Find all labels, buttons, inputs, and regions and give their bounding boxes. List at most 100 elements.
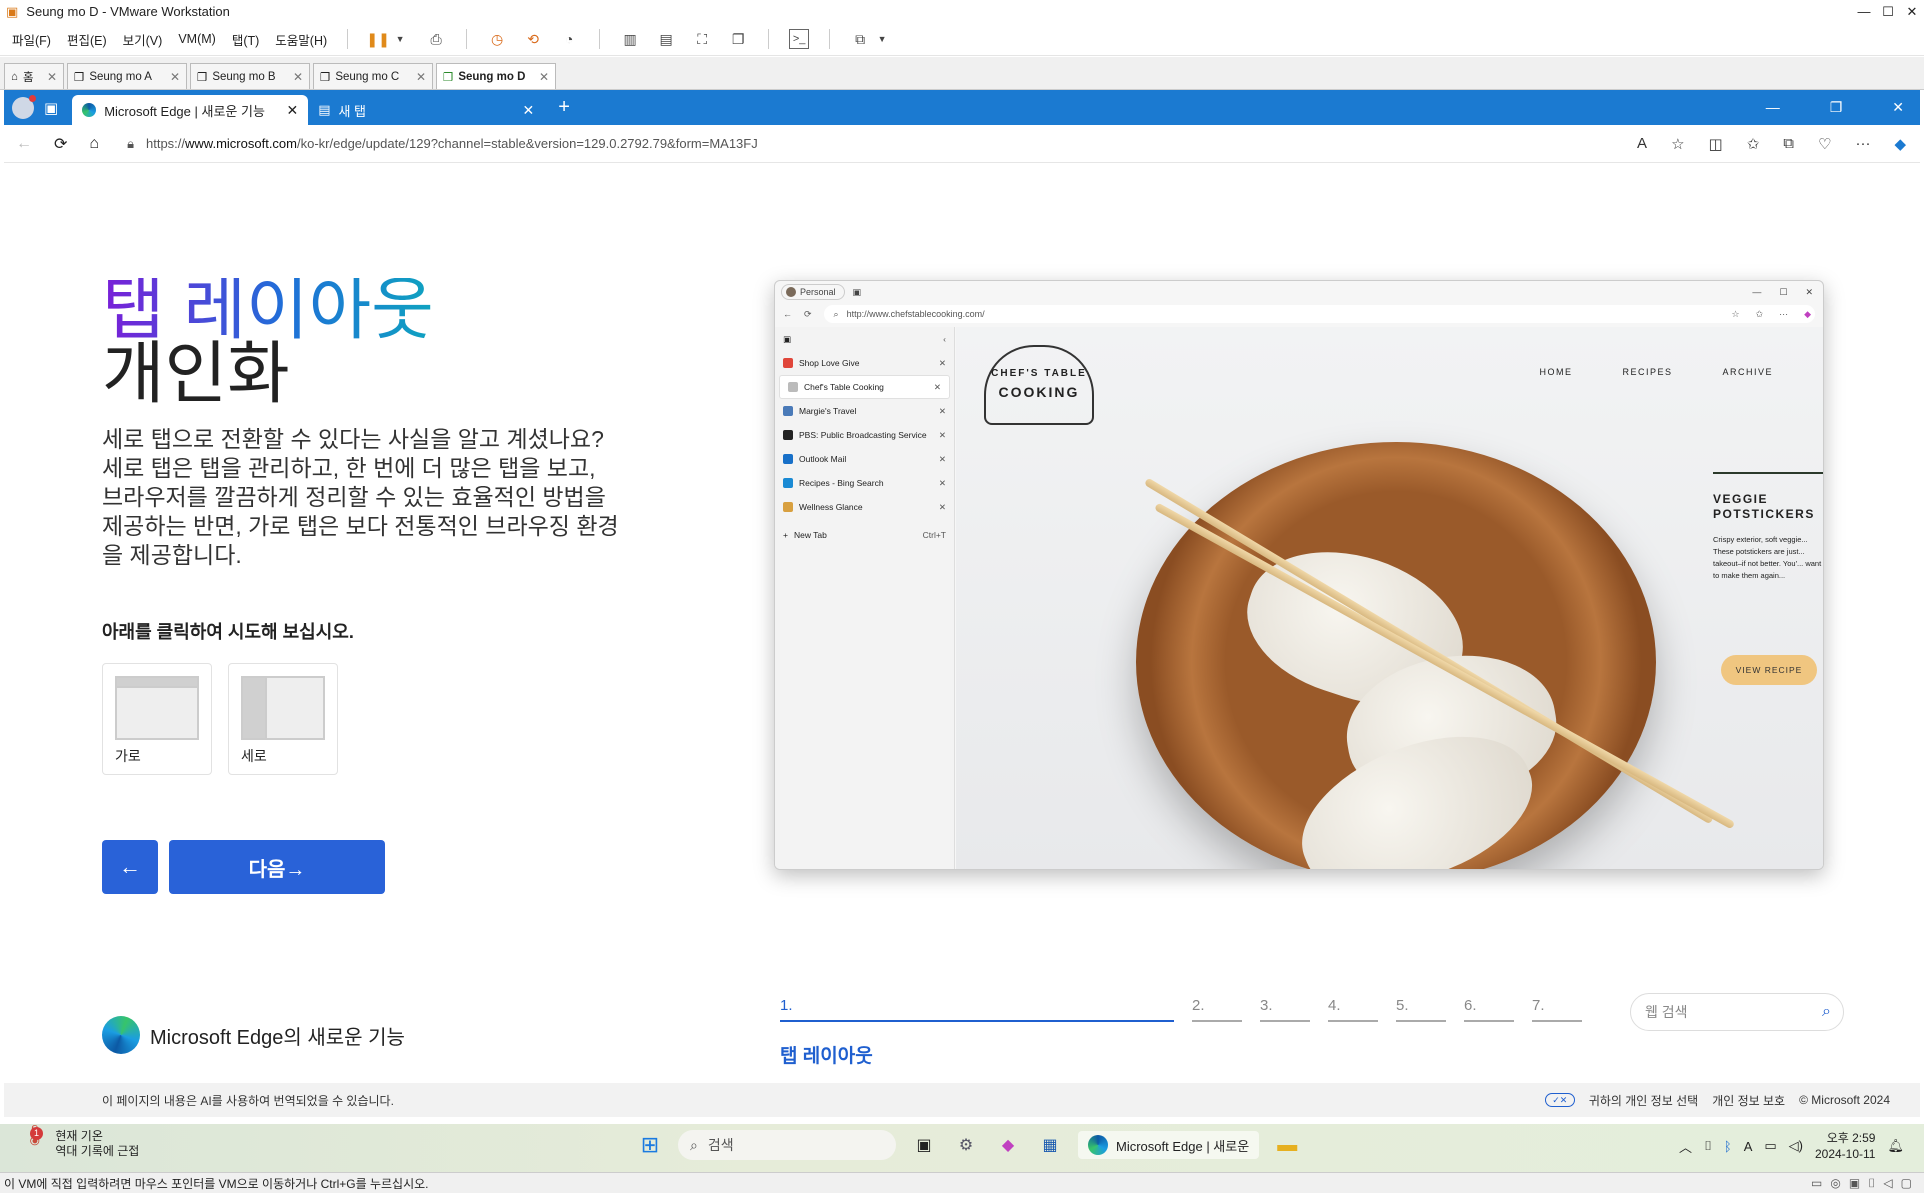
close-icon[interactable]: ✕ bbox=[286, 102, 298, 119]
close-icon[interactable]: ✕ bbox=[1892, 99, 1904, 116]
step-6[interactable]: 6. bbox=[1464, 997, 1514, 1022]
revert-snapshot-icon[interactable]: ⟲ bbox=[523, 29, 543, 49]
favorites-icon[interactable]: ✩ bbox=[1747, 135, 1760, 153]
mock-tab-label: Wellness Glance bbox=[799, 502, 863, 512]
web-search-input[interactable]: 웹 검색 ⌕ bbox=[1630, 993, 1844, 1031]
network-adapter-icon[interactable]: ▣ bbox=[1849, 1176, 1860, 1191]
usb-icon[interactable]: ⌷ bbox=[1704, 1138, 1712, 1154]
favorite-star-icon[interactable]: ☆ bbox=[1671, 135, 1684, 153]
menu-edit[interactable]: 편집(E) bbox=[67, 30, 107, 49]
add-tab-icon[interactable]: + bbox=[558, 96, 570, 119]
menu-vm[interactable]: VM(M) bbox=[178, 32, 216, 46]
dropdown-icon[interactable]: ▼ bbox=[390, 29, 410, 49]
usb-device-icon[interactable]: ⌷ bbox=[1868, 1176, 1875, 1191]
vm-tab-b[interactable]: ❐ Seung mo B ✕ bbox=[190, 63, 310, 89]
cdrom-icon[interactable]: ◎ bbox=[1830, 1176, 1840, 1191]
fullscreen-icon[interactable]: ⛶ bbox=[692, 29, 712, 49]
profile-avatar[interactable] bbox=[12, 94, 36, 119]
home-icon[interactable]: ⌂ bbox=[89, 135, 99, 153]
read-aloud-icon[interactable]: A bbox=[1637, 135, 1647, 153]
close-icon[interactable]: ✕ bbox=[47, 70, 57, 84]
console-icon[interactable]: >_ bbox=[789, 29, 810, 49]
hdd-icon[interactable]: ▭ bbox=[1811, 1176, 1822, 1191]
url-field[interactable]: 🔒︎ https://www.microsoft.com/ko-kr/edge/… bbox=[121, 129, 1615, 159]
network-icon[interactable]: ▭ bbox=[1764, 1138, 1776, 1154]
mock-tab-label: Chef's Table Cooking bbox=[804, 382, 884, 392]
chevron-up-icon[interactable]: ︿ bbox=[1679, 1137, 1692, 1156]
vm-tab-d[interactable]: ❐ Seung mo D ✕ bbox=[436, 63, 556, 89]
weather-widget[interactable]: 🌡︎1 현재 기온역대 기록에 근접 bbox=[22, 1126, 139, 1159]
vmware-status-bar: 이 VM에 직접 입력하려면 마우스 포인터를 VM으로 이동하거나 Ctrl+… bbox=[0, 1172, 1924, 1193]
menu-tab[interactable]: 탭(T) bbox=[232, 30, 259, 49]
privacy-choices-link[interactable]: 귀하의 개인 정보 선택 bbox=[1589, 1092, 1698, 1109]
close-icon[interactable]: ✕ bbox=[416, 70, 426, 84]
vertical-tabs-option[interactable]: 세로 bbox=[228, 663, 338, 775]
stretch-icon[interactable]: ⧉ bbox=[850, 29, 870, 49]
bluetooth-icon[interactable]: ᛒ bbox=[1724, 1139, 1732, 1154]
unity-icon[interactable]: ❐ bbox=[728, 29, 748, 49]
vm-tab-home[interactable]: ⌂ 홈 ✕ bbox=[4, 63, 64, 89]
clock[interactable]: 오후 2:59 2024-10-11 bbox=[1815, 1130, 1876, 1162]
refresh-icon[interactable]: ⟳ bbox=[54, 134, 67, 154]
privacy-link[interactable]: 개인 정보 보호 bbox=[1712, 1092, 1785, 1109]
step-3[interactable]: 3. bbox=[1260, 997, 1310, 1022]
snapshot-manager-icon[interactable]: ◔ bbox=[559, 29, 579, 49]
close-icon[interactable]: ✕ bbox=[1900, 4, 1924, 20]
sound-icon[interactable]: ◁ bbox=[1883, 1176, 1892, 1191]
close-icon[interactable]: ✕ bbox=[539, 70, 549, 84]
menu-file[interactable]: 파일(F) bbox=[12, 30, 51, 49]
maximize-icon[interactable]: ☐ bbox=[1876, 4, 1900, 20]
next-button[interactable]: 다음→ bbox=[169, 840, 385, 894]
minimize-icon[interactable]: — bbox=[1852, 4, 1876, 20]
mock-vertical-tab: PBS: Public Broadcasting Service ✕ bbox=[775, 423, 954, 447]
edge-tab-new[interactable]: ▤ 새 탭 ✕ bbox=[308, 95, 544, 125]
tab-actions-icon[interactable]: ▣ bbox=[44, 99, 58, 117]
step-2[interactable]: 2. bbox=[1192, 997, 1242, 1022]
step-4[interactable]: 4. bbox=[1328, 997, 1378, 1022]
task-view-icon[interactable]: ▣ bbox=[910, 1131, 938, 1159]
taskbar-search[interactable]: ⌕ 검색 bbox=[678, 1130, 896, 1160]
back-icon[interactable]: ← bbox=[16, 135, 32, 153]
taskbar-apps: ⊞ ⌕ 검색 ▣ ⚙ ◆ ▦ Microsoft Edge | 새로운 ▬ bbox=[636, 1130, 1301, 1160]
search-icon[interactable]: ⌕ bbox=[1822, 1003, 1831, 1021]
close-icon[interactable]: ✕ bbox=[170, 70, 180, 84]
edge-tab-whats-new[interactable]: Microsoft Edge | 새로운 기능 ✕ bbox=[72, 95, 309, 125]
taskbar-search-placeholder: 검색 bbox=[707, 1137, 734, 1153]
back-button[interactable]: ← bbox=[102, 840, 158, 894]
send-keys-icon[interactable]: ⎙ bbox=[426, 29, 446, 49]
snapshot-icon[interactable]: ◷ bbox=[487, 29, 507, 49]
file-explorer-icon[interactable]: ▬ bbox=[1273, 1131, 1301, 1159]
library-icon[interactable]: ▥ bbox=[620, 29, 640, 49]
step-7[interactable]: 7. bbox=[1532, 997, 1582, 1022]
store-icon[interactable]: ▦ bbox=[1036, 1131, 1064, 1159]
step-5[interactable]: 5. bbox=[1396, 997, 1446, 1022]
taskbar-edge-app[interactable]: Microsoft Edge | 새로운 bbox=[1078, 1131, 1260, 1159]
message-icon[interactable]: ▢ bbox=[1901, 1176, 1912, 1191]
vm-tab-c[interactable]: ❐ Seung mo C ✕ bbox=[313, 63, 433, 89]
close-icon[interactable]: ✕ bbox=[522, 102, 534, 119]
notification-bell-icon[interactable]: 🔔︎ bbox=[1887, 1138, 1904, 1154]
close-icon[interactable]: ✕ bbox=[293, 70, 303, 84]
windows-start-icon[interactable]: ⊞ bbox=[636, 1131, 664, 1159]
split-screen-icon[interactable]: ◫ bbox=[1709, 135, 1723, 153]
settings-icon[interactable]: ⚙ bbox=[952, 1131, 980, 1159]
dropdown-icon[interactable]: ▼ bbox=[872, 29, 892, 49]
copilot-icon[interactable]: ◆ bbox=[1894, 135, 1906, 153]
ime-icon[interactable]: A bbox=[1744, 1139, 1753, 1154]
minimize-icon[interactable]: — bbox=[1766, 99, 1780, 116]
collections-icon[interactable]: ⧉ bbox=[1783, 135, 1794, 153]
mock-favicon-icon bbox=[783, 358, 793, 368]
more-icon[interactable]: ··· bbox=[1855, 135, 1870, 153]
copilot-icon[interactable]: ◆ bbox=[994, 1131, 1022, 1159]
volume-icon[interactable]: ◁) bbox=[1789, 1138, 1803, 1154]
step-1[interactable]: 1. bbox=[780, 997, 1174, 1022]
restore-icon[interactable]: ❐ bbox=[1830, 99, 1843, 116]
browser-essentials-icon[interactable]: ♡ bbox=[1818, 135, 1831, 153]
menu-view[interactable]: 보기(V) bbox=[123, 30, 163, 49]
mock-close-icon: ✕ bbox=[938, 357, 946, 368]
vm-tab-a[interactable]: ❐ Seung mo A ✕ bbox=[67, 63, 187, 89]
menu-help[interactable]: 도움말(H) bbox=[275, 30, 327, 49]
horizontal-tabs-option[interactable]: 가로 bbox=[102, 663, 212, 775]
pause-icon[interactable]: ❚❚ bbox=[366, 29, 389, 49]
thumbnail-icon[interactable]: ▤ bbox=[656, 29, 676, 49]
